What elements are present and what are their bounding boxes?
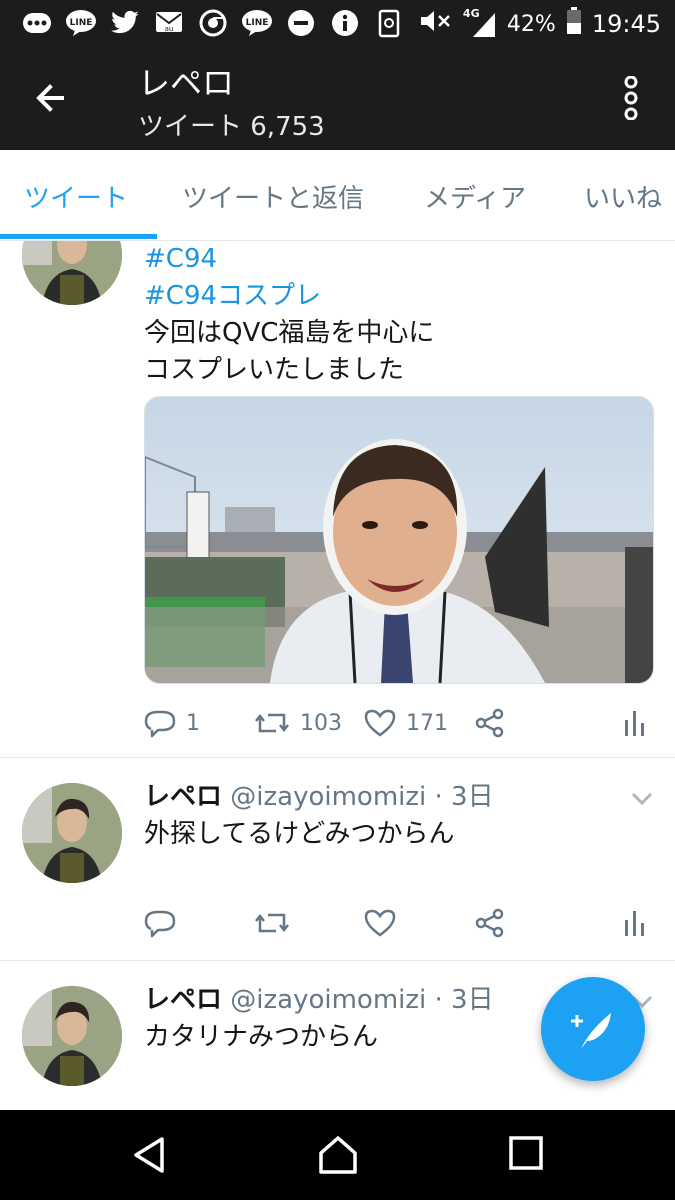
clipboard-icon	[372, 6, 406, 40]
tweet-text: 外探してるけどみつからん	[144, 819, 455, 849]
avatar-image	[22, 986, 122, 1086]
tweet[interactable]: レペロ @izayoimomizi · 3日 外探してるけどみつからん	[0, 758, 675, 961]
notification-icons: LINE au LINE	[20, 6, 406, 40]
reply-button[interactable]: 1	[144, 703, 200, 743]
tab-tweets-replies[interactable]: ツイートと返信	[182, 178, 364, 215]
analytics-button[interactable]	[624, 703, 646, 743]
heart-icon	[364, 709, 396, 737]
hashtag-link[interactable]: #C94	[144, 241, 653, 278]
tweet-text-line: 今回はQVC福島を中心に	[144, 318, 435, 348]
line-icon: LINE	[64, 6, 98, 40]
reply-count: 1	[186, 710, 200, 736]
tweet-media-photo[interactable]	[144, 396, 654, 684]
cosplay-photo	[145, 397, 653, 683]
share-button[interactable]	[474, 903, 506, 943]
retweet-icon	[255, 913, 289, 933]
battery-icon	[566, 7, 582, 41]
tweet-actions: 1 103 171	[144, 703, 654, 743]
avatar-image	[22, 241, 122, 305]
share-icon	[475, 708, 504, 738]
more-options-button[interactable]	[623, 75, 639, 121]
avatar-image	[22, 783, 122, 883]
handle-time: @izayoimomizi · 3日	[230, 985, 494, 1015]
app-bar: レペロ ツイート 6,753	[0, 48, 675, 150]
profile-tabs: ツイート ツイートと返信 メディア いいね	[0, 150, 675, 241]
back-button[interactable]	[30, 78, 74, 118]
handle-time: @izayoimomizi · 3日	[230, 782, 494, 812]
retweet-button[interactable]	[254, 903, 290, 943]
home-icon	[319, 1136, 357, 1174]
display-name[interactable]: レペロ	[144, 985, 222, 1015]
svg-text:LINE: LINE	[246, 18, 269, 28]
tweet-count: ツイート 6,753	[138, 112, 325, 142]
status-bar: LINE au LINE 4G 42% 19:45	[0, 0, 675, 48]
retweet-icon	[255, 713, 289, 733]
timeline[interactable]: #C94 #C94コスプレ 今回はQVC福島を中心に コスプレいたしました 1 …	[0, 241, 675, 1109]
tweet-text-line: コスプレいたしました	[144, 355, 405, 385]
minus-circle-icon	[284, 6, 318, 40]
mute-icon	[419, 8, 453, 40]
square-recents-icon	[509, 1136, 543, 1170]
info-icon	[328, 6, 362, 40]
heart-icon	[364, 909, 396, 937]
compose-tweet-button[interactable]	[541, 977, 645, 1081]
analytics-icon	[625, 711, 644, 736]
retweet-button[interactable]: 103	[254, 703, 342, 743]
signal-icon: 4G	[463, 7, 497, 39]
nav-home-button[interactable]	[317, 1135, 357, 1175]
active-tab-indicator	[0, 234, 157, 239]
tab-tweets[interactable]: ツイート	[24, 178, 128, 215]
chrome-icon	[196, 6, 230, 40]
reply-icon	[144, 710, 176, 738]
analytics-button[interactable]	[624, 903, 646, 943]
analytics-icon	[625, 911, 644, 936]
au-mail-icon: au	[152, 6, 186, 40]
line-icon: LINE	[240, 6, 274, 40]
share-button[interactable]	[474, 703, 506, 743]
profile-name: レペロ	[138, 64, 235, 102]
like-button[interactable]: 171	[364, 703, 448, 743]
tweet-header: レペロ @izayoimomizi · 3日	[144, 780, 653, 814]
hashtag-link[interactable]: #C94コスプレ	[144, 278, 653, 315]
reply-button[interactable]	[144, 903, 176, 943]
tweet[interactable]: #C94 #C94コスプレ 今回はQVC福島を中心に コスプレいたしました 1 …	[0, 241, 675, 758]
like-button[interactable]	[364, 903, 396, 943]
svg-text:au: au	[165, 25, 174, 33]
nav-back-button[interactable]	[130, 1135, 170, 1175]
svg-text:LINE: LINE	[70, 18, 93, 28]
like-count: 171	[406, 710, 448, 736]
battery-percent: 42%	[506, 11, 556, 37]
more-vertical-icon	[624, 75, 638, 121]
display-name[interactable]: レペロ	[144, 782, 222, 812]
chevron-down-icon[interactable]	[631, 792, 653, 806]
tab-media[interactable]: メディア	[424, 178, 526, 215]
reply-icon	[144, 910, 176, 938]
more-icon	[20, 6, 54, 40]
tab-likes[interactable]: いいね	[584, 178, 662, 215]
system-nav-bar	[0, 1110, 675, 1200]
avatar[interactable]	[22, 783, 122, 883]
tweet-actions	[144, 903, 654, 943]
twitter-icon	[108, 6, 142, 40]
nav-recents-button[interactable]	[508, 1135, 548, 1175]
retweet-count: 103	[300, 710, 342, 736]
avatar[interactable]	[22, 986, 122, 1086]
back-arrow-icon	[36, 84, 64, 112]
share-icon	[475, 908, 504, 938]
clock: 19:45	[591, 10, 661, 38]
triangle-back-icon	[134, 1137, 164, 1173]
avatar[interactable]	[22, 241, 122, 305]
compose-quill-icon	[571, 1013, 611, 1049]
